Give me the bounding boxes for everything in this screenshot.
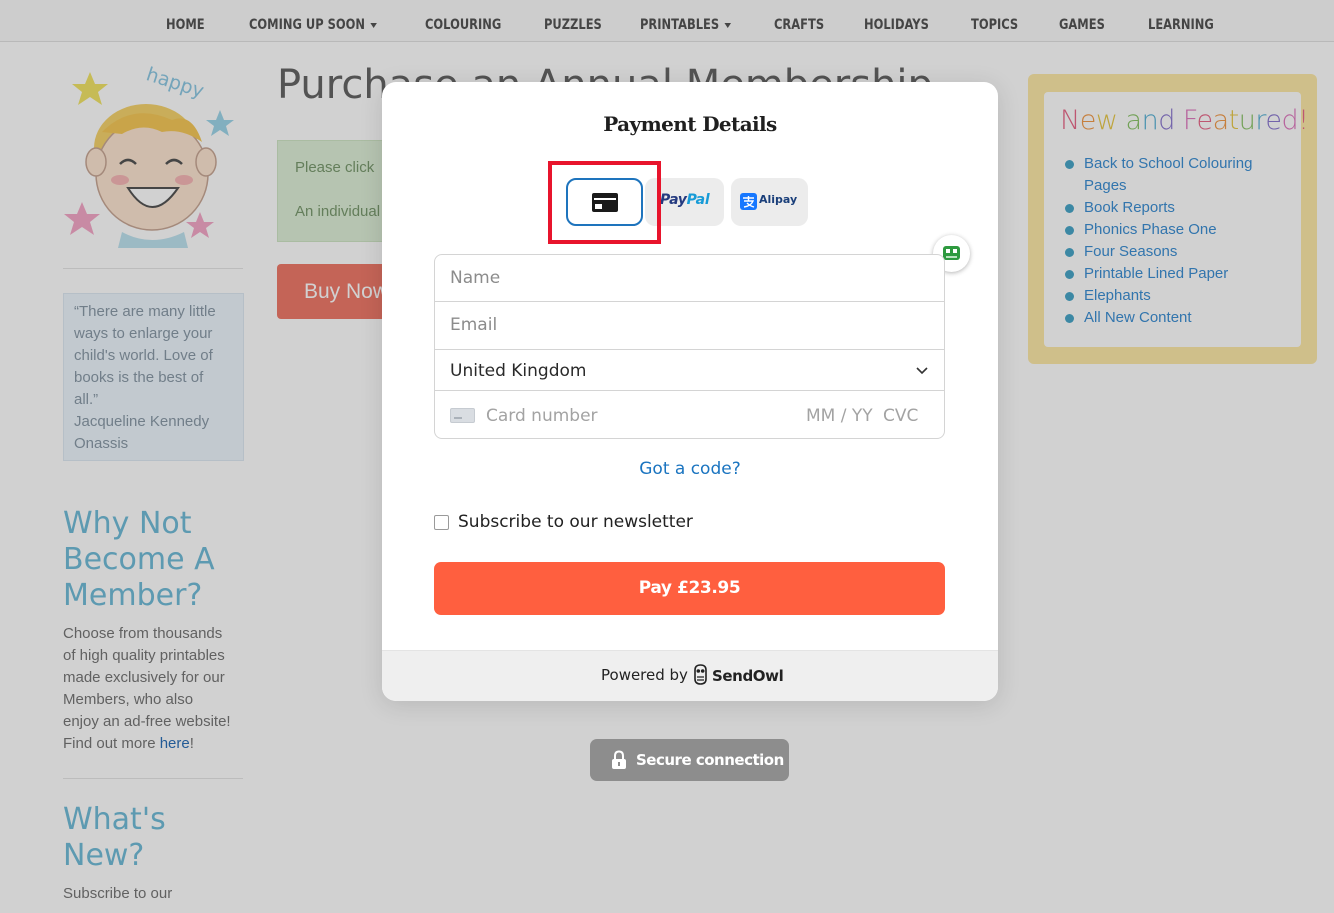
paypal-logo-pay: Pay [660, 192, 687, 208]
name-placeholder: Name [450, 268, 501, 288]
modal-title: Payment Details [603, 112, 777, 136]
credit-card-icon [450, 408, 475, 423]
country-select[interactable]: United Kingdom [434, 349, 945, 391]
card-details-field[interactable]: Card number MM / YY CVC [434, 390, 945, 439]
name-field[interactable]: Name [434, 254, 945, 302]
modal-footer: Powered by SendOwl [382, 650, 998, 701]
lock-icon [612, 750, 626, 769]
secure-connection-text: Secure connection [636, 751, 784, 769]
expiry-placeholder: MM / YY [806, 406, 873, 426]
paypal-logo-pal: Pal [686, 192, 710, 208]
alipay-label: Alipay [759, 193, 798, 206]
payment-modal: Payment Details PayPal Alipay Name Email… [382, 82, 998, 701]
alipay-icon [740, 193, 757, 210]
email-placeholder: Email [450, 315, 498, 335]
powered-by-text: Powered by [601, 666, 688, 684]
newsletter-checkbox[interactable] [434, 515, 449, 530]
secure-connection-badge: Secure connection [590, 739, 789, 781]
selection-highlight-box [548, 161, 661, 244]
cvc-placeholder: CVC [883, 406, 919, 426]
pay-button[interactable]: Pay £23.95 [434, 562, 945, 615]
chevron-down-icon [916, 367, 928, 375]
country-value: United Kingdom [450, 361, 587, 381]
paypal-logo: PayPal [660, 192, 710, 208]
got-a-code-link[interactable]: Got a code? [382, 459, 998, 479]
newsletter-label[interactable]: Subscribe to our newsletter [458, 512, 693, 532]
email-field[interactable]: Email [434, 301, 945, 350]
owl-icon [694, 664, 707, 685]
card-number-placeholder: Card number [486, 406, 598, 426]
sendowl-brand[interactable]: SendOwl [712, 667, 784, 685]
alipay-method-button[interactable]: Alipay [731, 178, 808, 226]
